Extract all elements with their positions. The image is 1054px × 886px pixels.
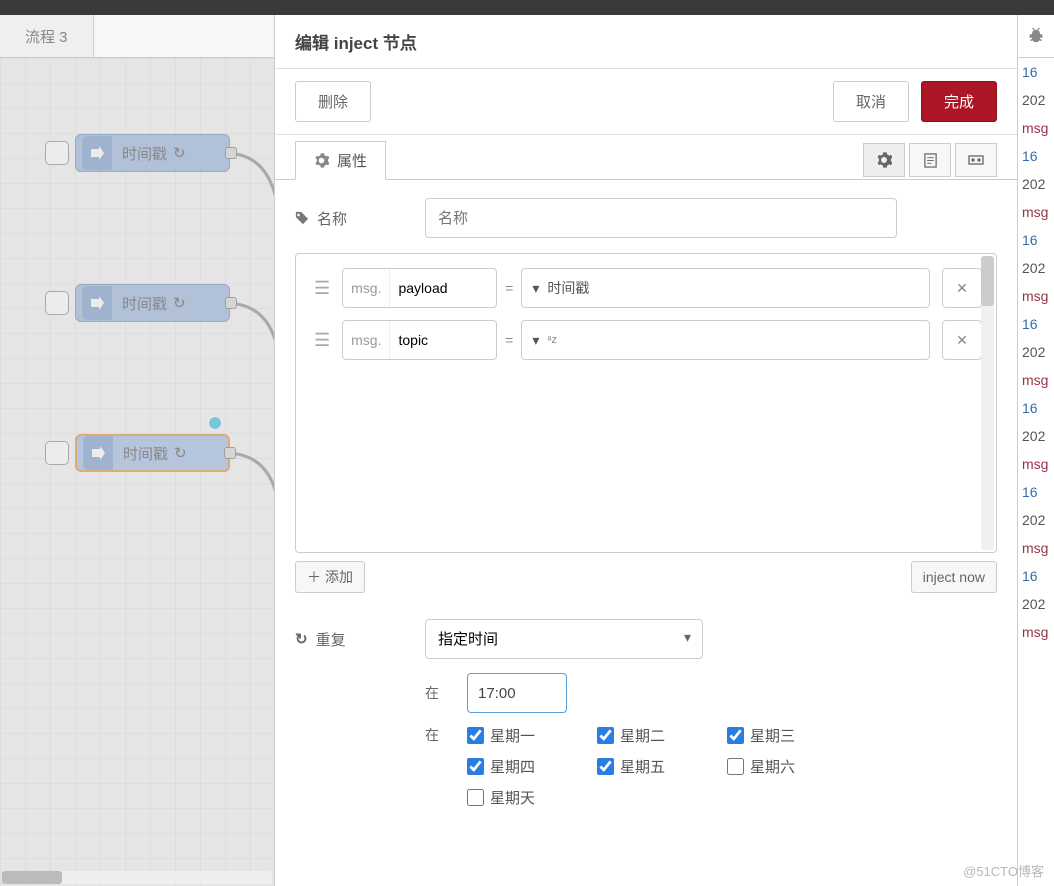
debug-line: msg: [1018, 114, 1054, 142]
remove-row-button[interactable]: ✕: [942, 320, 982, 360]
property-row: ☰ msg. = ▾ 时间戳 ✕: [310, 268, 982, 308]
equals: =: [505, 280, 513, 296]
repeat-icon: ↻: [173, 144, 186, 162]
cancel-button[interactable]: 取消: [833, 81, 909, 122]
repeat-icon: ↻: [173, 294, 186, 312]
debug-line: 16: [1018, 562, 1054, 590]
debug-line: 202: [1018, 590, 1054, 618]
debug-line: msg: [1018, 366, 1054, 394]
repeat-icon: ↻: [295, 630, 308, 648]
drag-handle[interactable]: ☰: [310, 326, 334, 355]
drag-handle[interactable]: ☰: [310, 274, 334, 303]
tab-settings-icon[interactable]: [863, 143, 905, 177]
node-label: 时间戳: [123, 443, 168, 464]
day-fri[interactable]: 星期五: [597, 756, 727, 777]
output-port[interactable]: [225, 147, 237, 159]
repeat-select[interactable]: 指定时间: [425, 619, 703, 659]
value-type-select[interactable]: ▾ 时间戳: [521, 268, 930, 308]
debug-line: 16: [1018, 310, 1054, 338]
debug-line: 16: [1018, 394, 1054, 422]
debug-line: 202: [1018, 86, 1054, 114]
node-select-box[interactable]: [45, 441, 69, 465]
debug-line: msg: [1018, 282, 1054, 310]
debug-line: msg: [1018, 618, 1054, 646]
day-sat[interactable]: 星期六: [727, 756, 857, 777]
node-select-box[interactable]: [45, 291, 69, 315]
day-thu[interactable]: 星期四: [467, 756, 597, 777]
debug-line: 16: [1018, 58, 1054, 86]
debug-tab[interactable]: [1018, 15, 1054, 58]
at-label: 在: [425, 683, 451, 703]
msg-prefix: msg.: [343, 321, 390, 359]
tab-properties[interactable]: 属性: [295, 141, 386, 180]
flow-workspace: 流程 3 时间戳 ↻ 时间戳 ↻: [0, 15, 275, 886]
equals: =: [505, 332, 513, 348]
flow-tab[interactable]: 流程 3: [0, 15, 94, 57]
at-label: 在: [425, 725, 451, 745]
day-mon[interactable]: 星期一: [467, 725, 597, 746]
debug-line: 16: [1018, 226, 1054, 254]
bug-icon: [1027, 27, 1045, 45]
property-list: ☰ msg. = ▾ 时间戳 ✕ ☰ msg.: [295, 253, 997, 553]
day-tue[interactable]: 星期二: [597, 725, 727, 746]
debug-sidebar: 16 202 msg 16 202 msg 16 202 msg 16 202 …: [1018, 15, 1054, 886]
debug-line: msg: [1018, 198, 1054, 226]
tab-description-icon[interactable]: [909, 143, 951, 177]
flow-canvas[interactable]: 时间戳 ↻ 时间戳 ↻ 时间戳 ↻: [0, 58, 274, 886]
debug-line: 202: [1018, 422, 1054, 450]
name-input[interactable]: [425, 198, 897, 238]
watermark: @51CTO博客: [963, 861, 1044, 880]
delete-button[interactable]: 删除: [295, 81, 371, 122]
inject-node-selected[interactable]: 时间戳 ↻: [45, 433, 230, 473]
time-input[interactable]: [467, 673, 567, 713]
repeat-icon: ↻: [174, 444, 187, 462]
property-name-input[interactable]: [390, 269, 475, 307]
add-button[interactable]: ＋添加: [295, 561, 365, 593]
repeat-label: 重复: [316, 629, 346, 650]
inject-now-button[interactable]: inject now: [911, 561, 997, 593]
done-button[interactable]: 完成: [921, 81, 997, 122]
value-type-select[interactable]: ▾ ᵃz: [521, 320, 930, 360]
debug-line: msg: [1018, 534, 1054, 562]
node-label: 时间戳: [122, 143, 167, 164]
property-row: ☰ msg. = ▾ ᵃz ✕: [310, 320, 982, 360]
name-label: 名称: [317, 208, 347, 229]
remove-row-button[interactable]: ✕: [942, 268, 982, 308]
debug-line: 16: [1018, 142, 1054, 170]
inject-node[interactable]: 时间戳 ↻: [45, 283, 230, 323]
debug-line: 202: [1018, 338, 1054, 366]
day-sun[interactable]: 星期天: [467, 787, 597, 808]
property-name-input[interactable]: [390, 321, 475, 359]
tab-appearance-icon[interactable]: [955, 143, 997, 177]
debug-line: 202: [1018, 506, 1054, 534]
node-label: 时间戳: [122, 293, 167, 314]
caret-down-icon: ▾: [532, 280, 539, 297]
day-wed[interactable]: 星期三: [727, 725, 857, 746]
caret-down-icon: ▾: [532, 332, 539, 349]
output-port[interactable]: [224, 447, 236, 459]
node-select-box[interactable]: [45, 141, 69, 165]
msg-prefix: msg.: [343, 269, 390, 307]
h-scrollbar[interactable]: [2, 871, 272, 884]
plus-icon: ＋: [307, 567, 321, 587]
list-scrollbar[interactable]: [981, 256, 994, 550]
editor-title: 编辑 inject 节点: [275, 15, 1017, 69]
changed-dot: [208, 416, 222, 430]
debug-line: msg: [1018, 450, 1054, 478]
output-port[interactable]: [225, 297, 237, 309]
tag-icon: [295, 211, 309, 225]
edit-panel: 编辑 inject 节点 删除 取消 完成 属性 名称: [275, 15, 1018, 886]
debug-line: 202: [1018, 254, 1054, 282]
inject-node[interactable]: 时间戳 ↻: [45, 133, 230, 173]
gear-icon: [314, 153, 329, 168]
debug-line: 16: [1018, 478, 1054, 506]
debug-line: 202: [1018, 170, 1054, 198]
days-grid: 星期一 星期二 星期三 星期四 星期五 星期六 星期天: [467, 725, 887, 818]
